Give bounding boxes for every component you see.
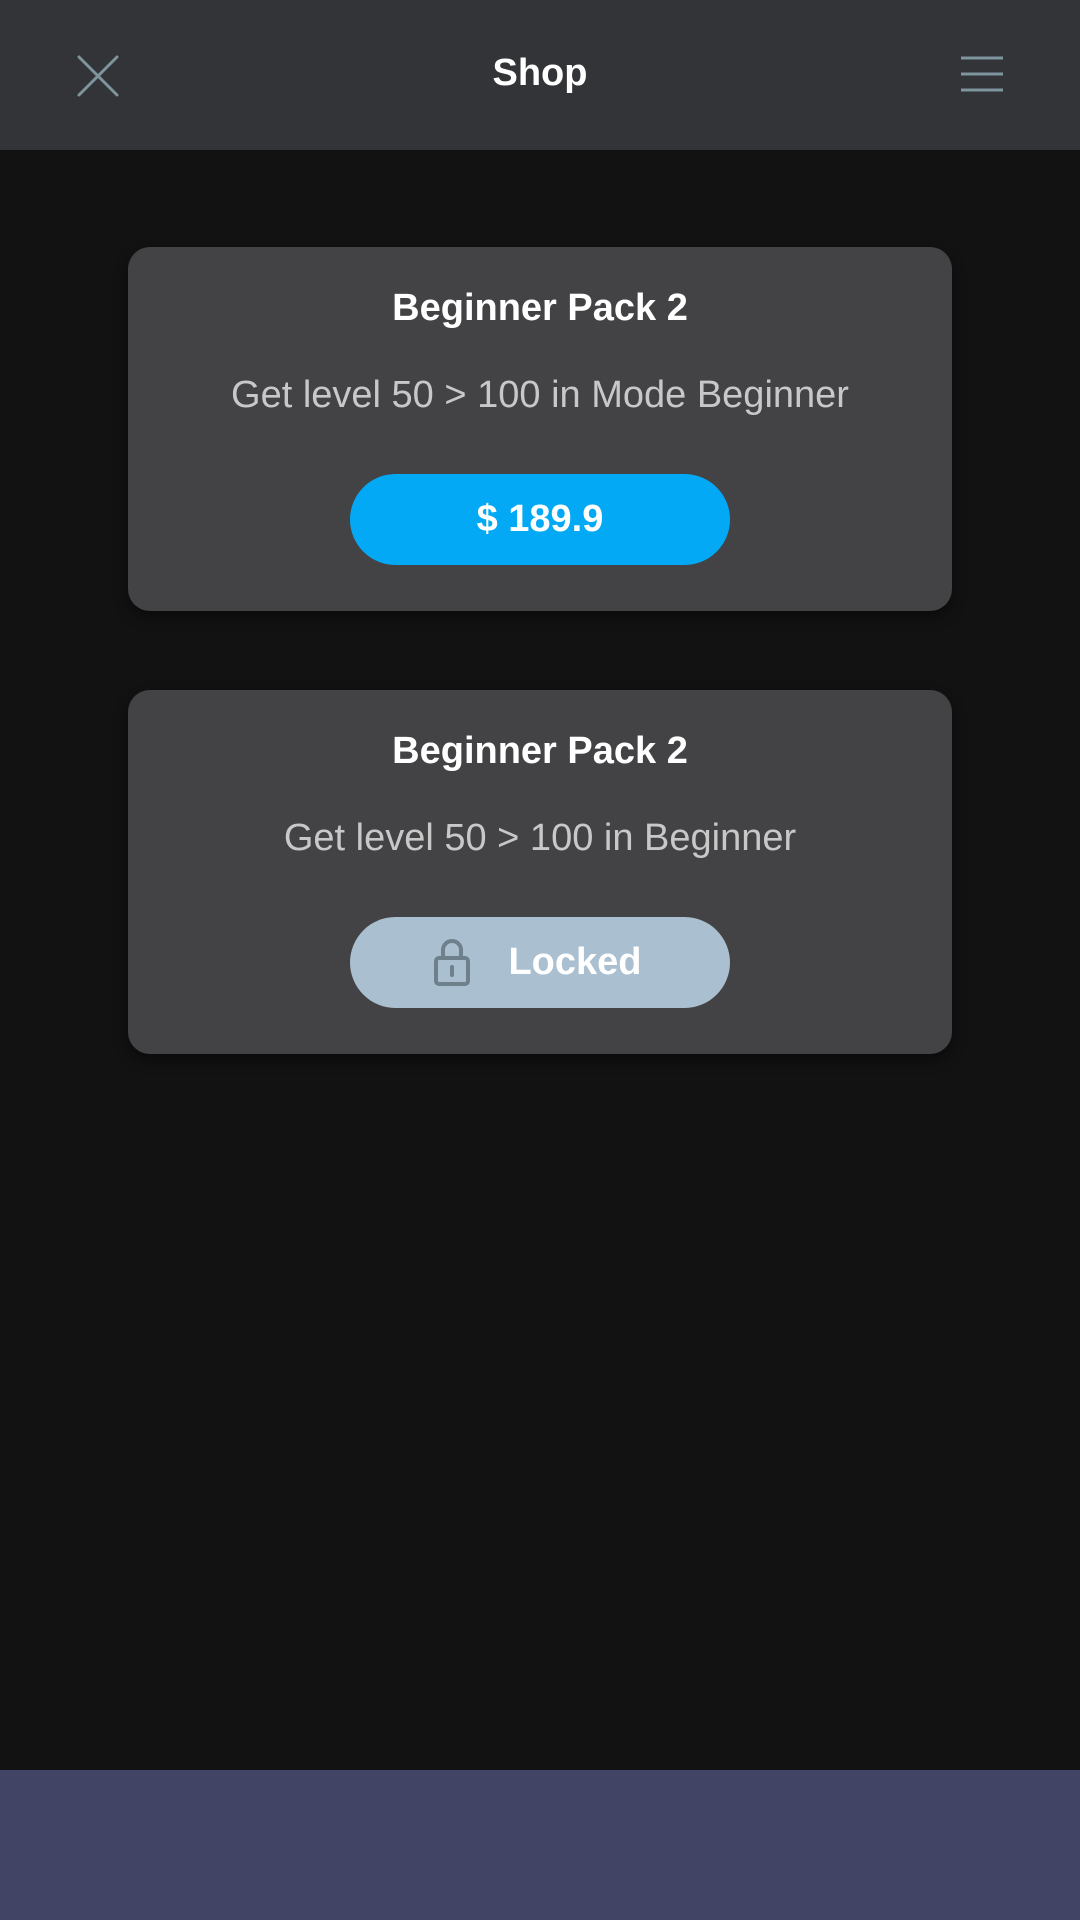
top-app-bar: Shop <box>0 0 1080 150</box>
hamburger-menu-icon <box>961 56 1003 92</box>
card-description: Get level 50 > 100 in Beginner <box>283 817 797 859</box>
buy-button-label: $ 189.9 <box>476 498 604 540</box>
shop-item-card: Beginner Pack 2 Get level 50 > 100 in Be… <box>128 690 952 1054</box>
card-title: Beginner Pack 2 <box>392 287 688 329</box>
card-title: Beginner Pack 2 <box>392 730 688 772</box>
lock-icon <box>434 938 471 986</box>
bottom-bar <box>0 1770 1080 1920</box>
card-description: Get level 50 > 100 in Mode Beginner <box>231 374 849 416</box>
locked-button-label: Locked <box>508 941 642 983</box>
page-title: Shop <box>492 52 588 94</box>
buy-button[interactable]: $ 189.9 <box>350 474 730 565</box>
shop-item-card: Beginner Pack 2 Get level 50 > 100 in Mo… <box>128 247 952 611</box>
menu-button[interactable] <box>950 45 1016 105</box>
locked-button[interactable]: Locked <box>350 917 730 1008</box>
